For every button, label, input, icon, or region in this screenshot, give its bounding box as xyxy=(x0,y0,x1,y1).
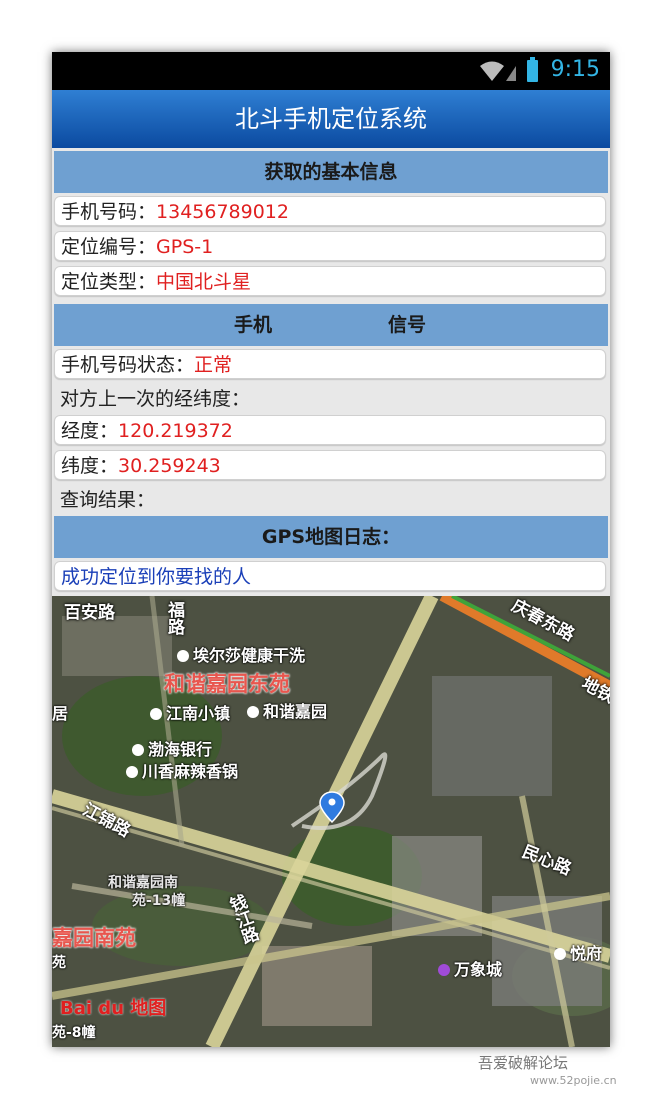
phone-status-label: 手机号码状态： xyxy=(61,354,195,376)
wifi-signal-icon xyxy=(480,61,516,81)
map-district-hexie-east: 和谐嘉园东苑 xyxy=(164,672,290,696)
poi-marker-icon xyxy=(150,708,162,720)
location-type-value: 中国北斗星 xyxy=(156,271,252,293)
map-label-building-8: 苑-8幢 xyxy=(52,1025,96,1041)
map-poi-wanxiangcheng: 万象城 xyxy=(438,956,502,980)
phone-number-value: 13456789012 xyxy=(156,201,289,223)
poi-marker-icon xyxy=(554,948,566,960)
last-coordinates-label: 对方上一次的经纬度： xyxy=(60,388,251,410)
map-label-building-13: 苑-13幢 xyxy=(132,893,186,909)
map-poi-jiangnan: 江南小镇 xyxy=(150,700,230,724)
basic-info-header: 获取的基本信息 xyxy=(54,151,608,193)
phone-status-row: 手机号码状态：正常 xyxy=(54,349,606,379)
phone-status-value: 正常 xyxy=(194,354,233,376)
latitude-value: 30.259243 xyxy=(118,455,221,477)
phone-signal-header: 手机 信号 xyxy=(54,304,608,346)
watermark-url: www.52pojie.cn xyxy=(530,1074,617,1087)
location-id-label: 定位编号： xyxy=(61,236,157,258)
poi-marker-icon xyxy=(438,964,450,976)
gps-log-message: 成功定位到你要找的人 xyxy=(61,566,252,588)
query-result-label: 查询结果： xyxy=(60,489,156,511)
clock: 9:15 xyxy=(550,57,600,82)
gps-log-message-row: 成功定位到你要找的人 xyxy=(54,561,606,591)
latitude-label: 纬度： xyxy=(61,455,119,477)
location-type-label: 定位类型： xyxy=(61,271,157,293)
battery-icon xyxy=(527,57,538,82)
location-id-value: GPS-1 xyxy=(156,236,214,258)
map-poi-bohai-bank: 渤海银行 xyxy=(132,736,212,760)
map-poi-laundry: 埃尔莎健康干洗 xyxy=(177,642,305,666)
location-id-row: 定位编号：GPS-1 xyxy=(54,231,606,261)
poi-marker-icon xyxy=(132,744,144,756)
gps-log-header: GPS地图日志： xyxy=(54,516,608,558)
poi-marker-icon xyxy=(177,650,189,662)
watermark-text: 吾爱破解论坛 xyxy=(478,1054,569,1072)
longitude-value: 120.219372 xyxy=(118,420,233,442)
satellite-map[interactable]: 百安路 庆春东路 地铁 福路 埃尔莎健康干洗 和谐嘉园东苑 江南小镇 和谐嘉园 … xyxy=(52,596,610,1047)
longitude-row: 经度：120.219372 xyxy=(54,415,606,445)
phone-header-label: 手机 xyxy=(234,314,273,336)
phone-screen: 9:15 北斗手机定位系统 获取的基本信息 手机号码：13456789012 定… xyxy=(52,52,610,1047)
phone-number-label: 手机号码： xyxy=(61,201,157,223)
location-type-row: 定位类型：中国北斗星 xyxy=(54,266,606,296)
status-bar: 9:15 xyxy=(52,52,610,90)
baidu-map-logo: Bai du 地图 xyxy=(60,998,167,1019)
app-title: 北斗手机定位系统 xyxy=(52,90,610,148)
map-label-fu-road: 福路 xyxy=(164,601,184,635)
poi-marker-icon xyxy=(247,706,259,718)
map-label-hexie-south-small: 和谐嘉园南 xyxy=(108,875,178,891)
map-poi-hotpot: 川香麻辣香锅 xyxy=(126,758,238,782)
poi-marker-icon xyxy=(126,766,138,778)
map-background xyxy=(52,596,610,1047)
map-label-baian-road: 百安路 xyxy=(64,603,115,623)
map-poi-hexie: 和谐嘉园 xyxy=(247,698,327,722)
map-label-ju: 居 xyxy=(52,704,69,723)
longitude-label: 经度： xyxy=(61,420,119,442)
map-district-hexie-south: 嘉园南苑 xyxy=(52,926,136,950)
map-label-yuan: 苑 xyxy=(52,955,66,971)
signal-header-label: 信号 xyxy=(388,314,427,336)
phone-number-row: 手机号码：13456789012 xyxy=(54,196,606,226)
map-poi-yuefu: 悦府 xyxy=(554,940,602,964)
latitude-row: 纬度：30.259243 xyxy=(54,450,606,480)
